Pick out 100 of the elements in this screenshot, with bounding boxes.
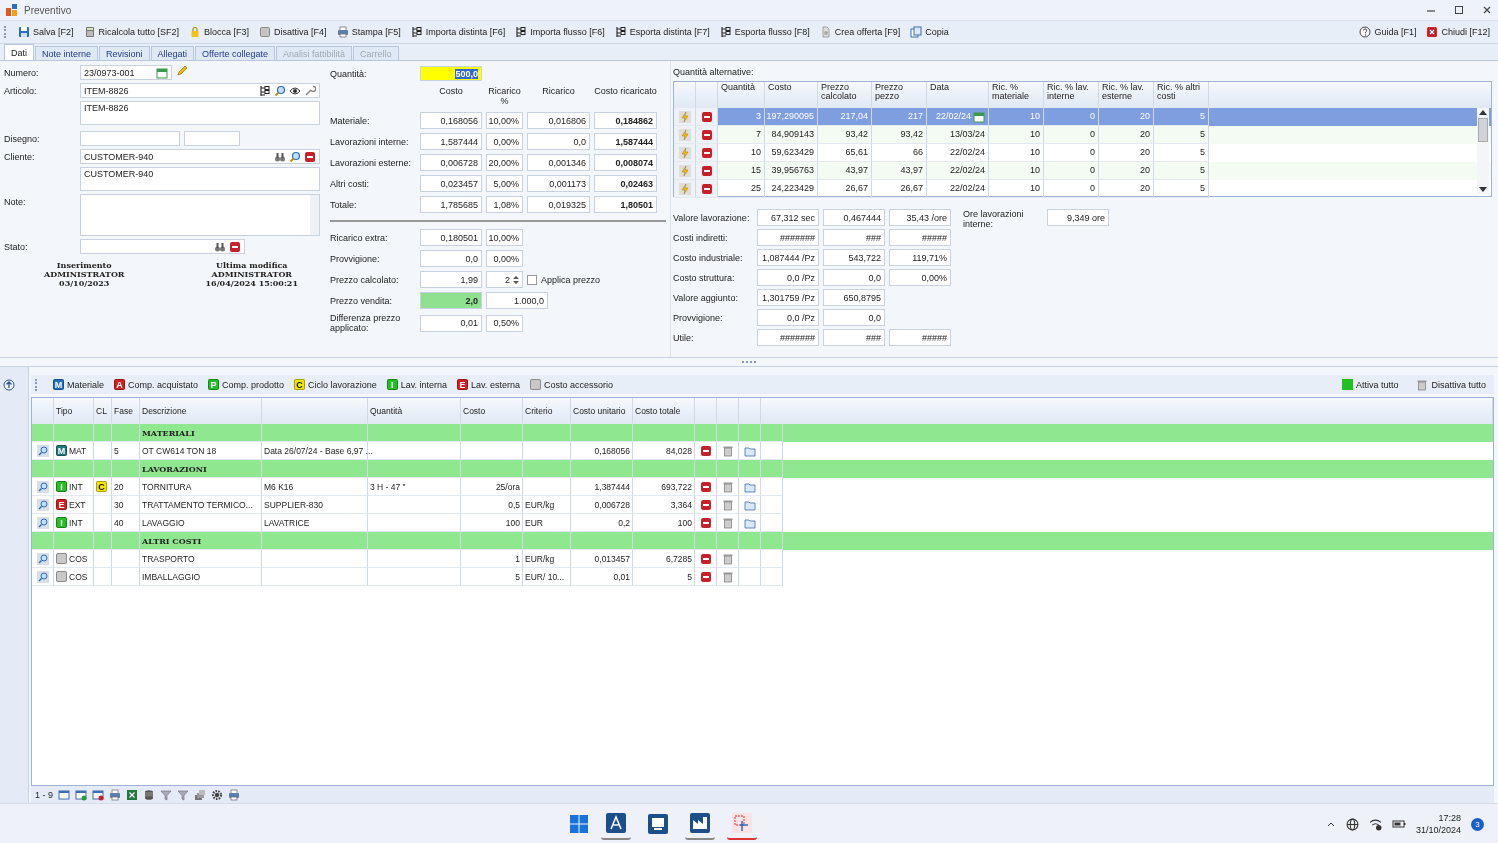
start-icon[interactable] — [569, 814, 589, 834]
spinner-arrows-icon[interactable] — [513, 274, 519, 285]
analysis-field[interactable]: 67,312 sec — [757, 209, 819, 226]
cost-field[interactable]: 0,016806 — [527, 112, 590, 129]
cost-field[interactable]: 0,001346 — [527, 154, 590, 171]
scrollbar[interactable] — [310, 195, 319, 235]
number-field[interactable]: 23/0973-001 — [80, 65, 172, 80]
cost-field[interactable]: 1,587444 — [420, 133, 482, 150]
toolbar-button[interactable]: Stampa [F5] — [332, 24, 405, 40]
cost-field[interactable]: 0,001173 — [527, 175, 590, 192]
network-icon[interactable] — [1368, 817, 1382, 831]
cost-field[interactable]: 1,08% — [486, 196, 523, 213]
table-row[interactable]: 15 39,956763 43,97 43,97 22/02/24 10 0 20 5 — [674, 162, 1491, 180]
cost-field[interactable]: 0,00% — [486, 133, 523, 150]
cost-field[interactable]: 0,184862 — [594, 112, 657, 129]
article-field[interactable]: ITEM-8826 — [80, 83, 320, 98]
cost-field[interactable]: 0,02463 — [594, 175, 657, 192]
toolbar-button[interactable]: Esporta distinta [F7] — [610, 24, 714, 40]
toolbar-button[interactable]: Ricalcola tutto [SF2] — [79, 24, 184, 40]
action-cell[interactable] — [696, 126, 718, 144]
price-field[interactable]: 0,0 — [420, 250, 482, 267]
globe-icon[interactable] — [1345, 817, 1359, 831]
analysis-field[interactable]: 1,087444 /Pz — [757, 249, 819, 266]
cost-field[interactable]: 0,019325 — [527, 196, 590, 213]
cost-field[interactable]: 0,0 — [527, 133, 590, 150]
action-cell[interactable] — [739, 442, 761, 460]
price-field[interactable]: 10,00% — [486, 229, 523, 246]
analysis-field[interactable]: 35,43 /ore — [889, 209, 951, 226]
price-field[interactable]: 0,180501 — [420, 229, 482, 246]
action-cell[interactable] — [674, 180, 696, 198]
drawing-field[interactable] — [80, 131, 180, 146]
action-cell[interactable] — [739, 514, 761, 532]
action-cell[interactable] — [739, 496, 761, 514]
tab[interactable]: Offerte collegate — [195, 46, 275, 60]
cost-field[interactable]: 0,168056 — [420, 112, 482, 129]
toolbar-button[interactable]: Guida [F1] — [1355, 24, 1421, 40]
hours-field[interactable]: 9,349 ore — [1047, 209, 1109, 226]
toolbar-button[interactable]: Disattiva [F4] — [255, 24, 331, 40]
cost-field[interactable]: 10,00% — [486, 112, 523, 129]
toolbar-button[interactable]: Importa flusso [F6] — [511, 24, 609, 40]
toolbar-button[interactable]: Chiudi [F12] — [1422, 24, 1494, 40]
action-cell[interactable] — [695, 568, 717, 586]
analysis-field[interactable]: ##### — [889, 229, 951, 246]
battery-icon[interactable] — [1391, 819, 1406, 829]
analysis-field[interactable]: 0,0 /Pz — [757, 309, 819, 326]
cost-field[interactable]: 20,00% — [486, 154, 523, 171]
scrollbar[interactable] — [1477, 108, 1489, 194]
action-cell[interactable] — [674, 162, 696, 180]
cost-field[interactable]: 5,00% — [486, 175, 523, 192]
analysis-field[interactable]: 119,71% — [889, 249, 951, 266]
cost-field[interactable]: 0,006728 — [420, 154, 482, 171]
notification-badge[interactable]: 3 — [1471, 817, 1484, 831]
tab[interactable]: Dati — [4, 44, 34, 60]
action-cell[interactable] — [674, 108, 696, 126]
price-field[interactable]: 0,01 — [420, 314, 482, 332]
status-field[interactable] — [80, 239, 245, 254]
close-icon[interactable] — [1482, 5, 1492, 15]
maximize-icon[interactable] — [1454, 5, 1464, 15]
quantity-field[interactable]: 500,0 — [420, 66, 482, 81]
action-cell[interactable] — [696, 108, 718, 126]
checkbox[interactable] — [527, 274, 537, 285]
scroll-down-icon[interactable] — [1479, 187, 1487, 192]
toolbar-button[interactable]: Crea offerta [F9] — [815, 24, 905, 40]
analysis-field[interactable]: 0,00% — [889, 269, 951, 286]
analysis-field[interactable]: 0,0 /Pz — [757, 269, 819, 286]
action-cell[interactable] — [739, 478, 761, 496]
cost-field[interactable]: 0,023457 — [420, 175, 482, 192]
toolbar-button[interactable]: Importa distinta [F6] — [406, 24, 510, 40]
analysis-field[interactable]: 0,0 — [823, 269, 885, 286]
action-cell[interactable] — [674, 126, 696, 144]
tab[interactable]: Allegati — [150, 46, 195, 60]
price-field[interactable]: 2,0 — [420, 292, 482, 309]
analysis-field[interactable]: 0,0 — [823, 309, 885, 326]
clock-date[interactable]: 31/10/2024 — [1415, 824, 1461, 836]
analysis-field[interactable]: ##### — [889, 329, 951, 346]
price-field[interactable]: 0,00% — [486, 250, 523, 267]
analysis-field[interactable]: ### — [823, 229, 885, 246]
price-field[interactable]: 1.000,0 — [486, 292, 548, 309]
toolbar-button[interactable]: Esporta flusso [F8] — [715, 24, 814, 40]
cost-field[interactable]: 1,587444 — [594, 133, 657, 150]
toolbar-button[interactable]: Blocca [F3] — [185, 24, 254, 40]
cost-field[interactable]: 1,80501 — [594, 196, 657, 213]
toolbar-button[interactable]: Disattiva tutto — [1412, 376, 1490, 393]
analysis-field[interactable]: 650,8795 — [823, 289, 885, 306]
notes-field[interactable] — [80, 194, 320, 236]
table-row[interactable]: 25 24,223429 26,67 26,67 22/02/24 10 0 20 5 — [674, 180, 1491, 198]
customer-field[interactable]: CUSTOMER-940 — [80, 149, 320, 164]
analysis-field[interactable]: ### — [823, 329, 885, 346]
action-cell[interactable] — [717, 568, 739, 586]
analysis-field[interactable]: ####### — [757, 329, 819, 346]
scroll-thumb[interactable] — [1478, 118, 1488, 142]
action-cell[interactable] — [674, 144, 696, 162]
action-cell[interactable] — [696, 144, 718, 162]
toolbar-button[interactable]: Salva [F2] — [14, 24, 78, 40]
analysis-field[interactable]: ####### — [757, 229, 819, 246]
tab[interactable]: Revisioni — [99, 46, 150, 60]
action-cell[interactable] — [696, 162, 718, 180]
toolbar-button[interactable]: Attiva tutto — [1337, 377, 1403, 392]
action-cell[interactable] — [696, 180, 718, 198]
price-field[interactable]: 0,50% — [486, 314, 523, 332]
